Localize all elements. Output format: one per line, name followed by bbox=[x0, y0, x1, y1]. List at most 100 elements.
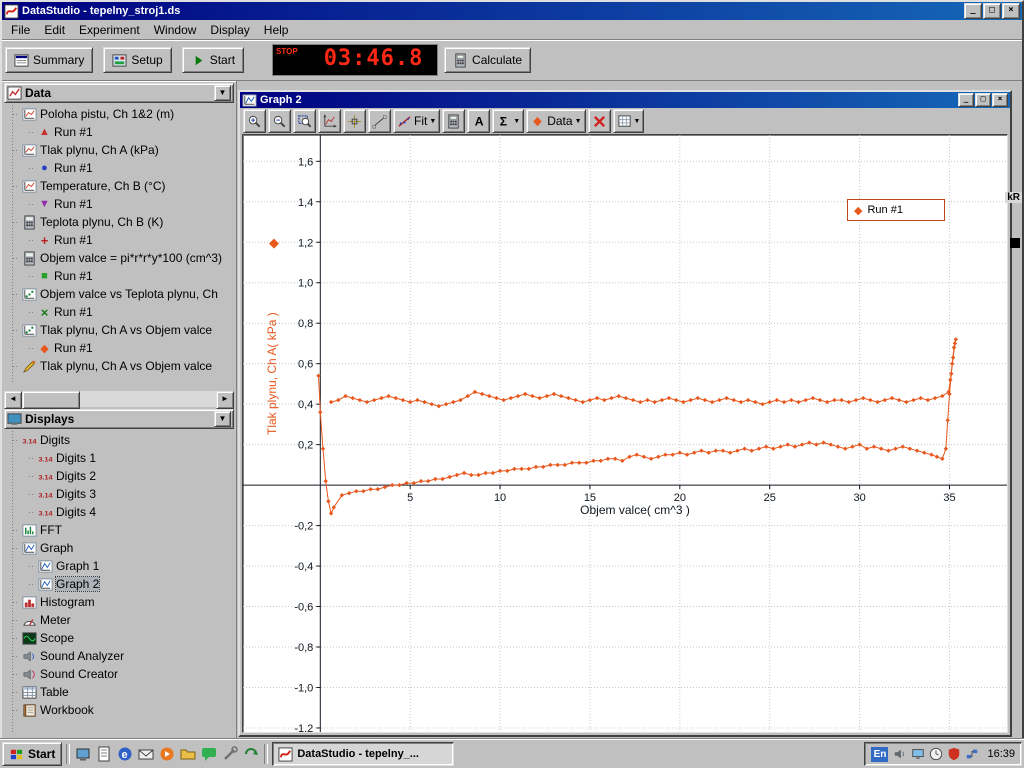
quick-launch-mail-icon[interactable] bbox=[137, 745, 155, 763]
calculate-button[interactable] bbox=[442, 109, 465, 133]
run-item[interactable]: ▲Run #1 bbox=[4, 123, 236, 141]
data-item[interactable]: Tlak plynu, Ch A vs Objem valce bbox=[4, 357, 236, 375]
data-menu-button[interactable]: Data▼ bbox=[526, 109, 585, 133]
menu-item-display[interactable]: Display bbox=[203, 21, 256, 39]
settings-menu-button[interactable]: ▼ bbox=[613, 109, 645, 133]
quick-launch-tools-icon[interactable] bbox=[221, 745, 239, 763]
data-item[interactable]: Tlak plynu, Ch A (kPa) bbox=[4, 141, 236, 159]
menu-item-window[interactable]: Window bbox=[147, 21, 204, 39]
graph-maximize-button[interactable]: □ bbox=[975, 93, 991, 107]
display-item[interactable]: Graph bbox=[4, 539, 236, 557]
displays-panel-dropdown[interactable]: ▼ bbox=[214, 411, 231, 427]
scrollbar-thumb[interactable] bbox=[22, 391, 80, 409]
chart-canvas[interactable]: 1,61,41,21,00,80,60,40,2-0,2-0,4-0,6-0,8… bbox=[243, 135, 1007, 732]
calculator-icon bbox=[446, 114, 461, 129]
displays-panel-header[interactable]: Displays ▼ bbox=[4, 409, 234, 429]
display-item[interactable]: Graph 2 bbox=[4, 575, 236, 593]
data-item[interactable]: Poloha pistu, Ch 1&2 (m) bbox=[4, 105, 236, 123]
text-annotation-button[interactable]: A bbox=[467, 109, 490, 133]
scrollbar-track[interactable] bbox=[22, 391, 216, 407]
scroll-right-button[interactable]: ► bbox=[216, 391, 234, 409]
display-item-label: Sound Analyzer bbox=[40, 649, 124, 663]
run-item[interactable]: ■Run #1 bbox=[4, 267, 236, 285]
remove-button[interactable] bbox=[588, 109, 611, 133]
smart-tool-button[interactable] bbox=[343, 109, 366, 133]
zoom-select-button[interactable] bbox=[293, 109, 316, 133]
data-panel-dropdown[interactable]: ▼ bbox=[214, 85, 231, 101]
data-item[interactable]: Objem valce vs Teplota plynu, Ch bbox=[4, 285, 236, 303]
data-item[interactable]: Tlak plynu, Ch A vs Objem valce bbox=[4, 321, 236, 339]
display-item[interactable]: 3.14Digits bbox=[4, 431, 236, 449]
data-item[interactable]: Teplota plynu, Ch B (K) bbox=[4, 213, 236, 231]
calculate-button[interactable]: Calculate bbox=[444, 47, 531, 73]
menu-item-edit[interactable]: Edit bbox=[37, 21, 72, 39]
scroll-left-button[interactable]: ◄ bbox=[4, 391, 22, 409]
data-panel-header[interactable]: Data ▼ bbox=[4, 83, 234, 103]
quick-launch-chat-icon[interactable] bbox=[200, 745, 218, 763]
tree-connector bbox=[29, 566, 35, 567]
menu-item-help[interactable]: Help bbox=[257, 21, 296, 39]
tree-connector bbox=[29, 168, 35, 169]
display-item[interactable]: Scope bbox=[4, 629, 236, 647]
meas-icon bbox=[22, 179, 37, 194]
data-item[interactable]: Objem valce = pi*r*r*y*100 (cm^3) bbox=[4, 249, 236, 267]
fit-menu-button[interactable]: Fit▼ bbox=[393, 109, 440, 133]
run-item[interactable]: +Run #1 bbox=[4, 231, 236, 249]
graph-close-button[interactable]: × bbox=[992, 93, 1008, 107]
horizontal-scrollbar[interactable]: ◄ ► bbox=[4, 391, 234, 407]
display-item[interactable]: Graph 1 bbox=[4, 557, 236, 575]
display-item[interactable]: Sound Creator bbox=[4, 665, 236, 683]
tray-network-icon[interactable] bbox=[964, 747, 979, 762]
slope-tool-button[interactable] bbox=[368, 109, 391, 133]
legend[interactable]: ◆ Run #1 bbox=[847, 199, 945, 221]
title-bar[interactable]: DataStudio - tepelny_stroj1.ds _ □ × bbox=[2, 2, 1022, 20]
tray-scheduler-icon[interactable] bbox=[928, 747, 943, 762]
display-item[interactable]: 3.14Digits 4 bbox=[4, 503, 236, 521]
menu-item-experiment[interactable]: Experiment bbox=[72, 21, 147, 39]
datastudio-task-button[interactable]: DataStudio - tepelny_... bbox=[272, 742, 454, 766]
tray-antivirus-icon[interactable] bbox=[946, 747, 961, 762]
minimize-button[interactable]: _ bbox=[964, 3, 982, 19]
taskbar-clock[interactable]: 16:39 bbox=[987, 748, 1015, 760]
run-item[interactable]: ◆Run #1 bbox=[4, 339, 236, 357]
display-item[interactable]: Table bbox=[4, 683, 236, 701]
display-item[interactable]: FFT bbox=[4, 521, 236, 539]
xy-icon bbox=[22, 287, 37, 302]
setup-button[interactable]: Setup bbox=[103, 47, 171, 73]
statistics-menu-button[interactable]: Σ▼ bbox=[492, 109, 524, 133]
zoom-in-button[interactable] bbox=[243, 109, 266, 133]
run-item[interactable]: ▼Run #1 bbox=[4, 195, 236, 213]
tray-volume-icon[interactable] bbox=[892, 747, 907, 762]
display-item[interactable]: 3.14Digits 1 bbox=[4, 449, 236, 467]
quick-launch-update-icon[interactable] bbox=[242, 745, 260, 763]
zoom-out-button[interactable] bbox=[268, 109, 291, 133]
scale-to-fit-button[interactable] bbox=[318, 109, 341, 133]
tray-display-sm-icon[interactable] bbox=[910, 747, 925, 762]
quick-launch-browser-icon[interactable]: e bbox=[116, 745, 134, 763]
display-item[interactable]: Meter bbox=[4, 611, 236, 629]
run-item[interactable]: ×Run #1 bbox=[4, 303, 236, 321]
menu-item-file[interactable]: File bbox=[4, 21, 37, 39]
close-button[interactable]: × bbox=[1002, 3, 1020, 19]
quick-launch-desktop-icon[interactable] bbox=[74, 745, 92, 763]
language-indicator[interactable]: En bbox=[871, 747, 888, 762]
start-menu-button[interactable]: Start bbox=[2, 742, 62, 766]
graph-minimize-button[interactable]: _ bbox=[958, 93, 974, 107]
display-item[interactable]: 3.14Digits 2 bbox=[4, 467, 236, 485]
maximize-button[interactable]: □ bbox=[983, 3, 1001, 19]
run-item-label: Run #1 bbox=[54, 161, 93, 175]
display-item[interactable]: 3.14Digits 3 bbox=[4, 485, 236, 503]
run-item[interactable]: ●Run #1 bbox=[4, 159, 236, 177]
display-item[interactable]: Workbook bbox=[4, 701, 236, 719]
data-item[interactable]: Temperature, Ch B (°C) bbox=[4, 177, 236, 195]
quick-launch-folder-icon[interactable] bbox=[179, 745, 197, 763]
svg-text:0,6: 0,6 bbox=[298, 359, 313, 371]
summary-button[interactable]: Summary bbox=[5, 47, 93, 73]
display-item[interactable]: Histogram bbox=[4, 593, 236, 611]
quick-launch-media-icon[interactable] bbox=[158, 745, 176, 763]
graph-title-bar[interactable]: Graph 2 _ □ × bbox=[240, 92, 1010, 108]
plot-area[interactable]: 1,61,41,21,00,80,60,40,2-0,2-0,4-0,6-0,8… bbox=[242, 134, 1008, 733]
quick-launch-notes-icon[interactable] bbox=[95, 745, 113, 763]
start-button[interactable]: Start bbox=[182, 47, 244, 73]
display-item[interactable]: Sound Analyzer bbox=[4, 647, 236, 665]
